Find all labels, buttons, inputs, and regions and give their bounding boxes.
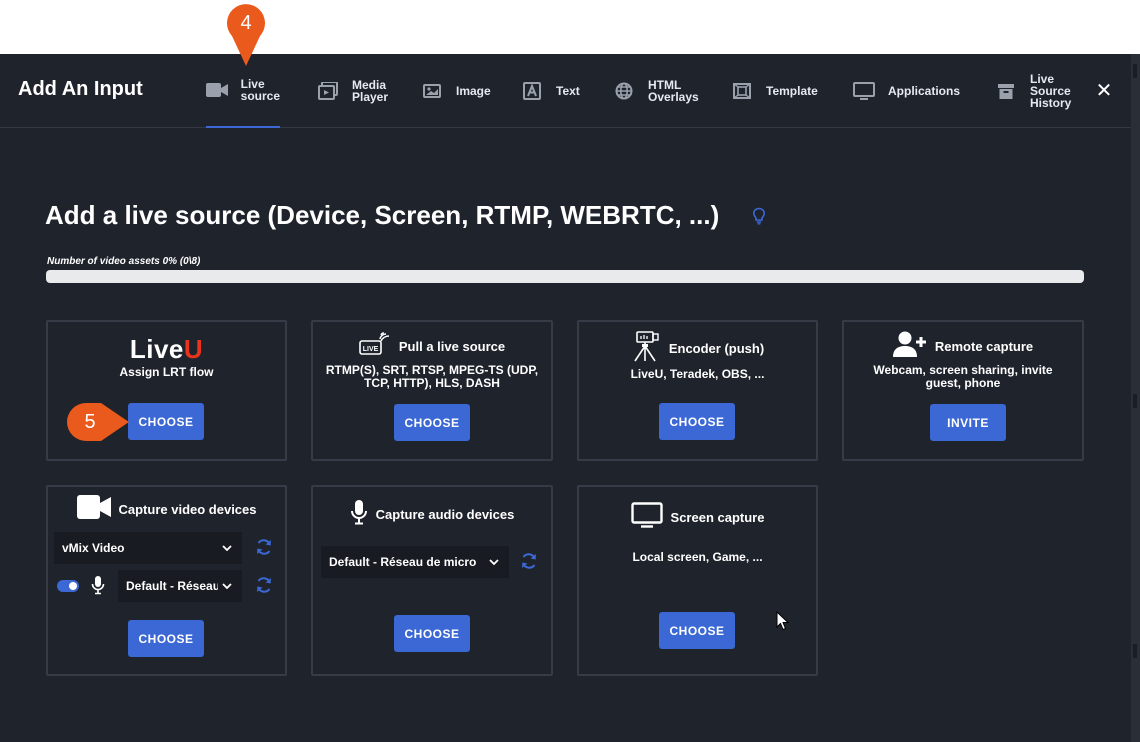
card-capture-video-devices: Capture video devices vMix Video Default… xyxy=(46,485,287,676)
card-header: Encoder (push) xyxy=(579,330,816,367)
annotation-badge-5: 5 xyxy=(67,403,131,446)
progress-label: Number of video assets 0% (0\8) xyxy=(47,256,201,267)
add-input-modal: Add An Input Live source Media Player Im… xyxy=(0,54,1131,742)
chevron-down-icon xyxy=(489,559,501,565)
card-title: Screen capture xyxy=(670,510,765,525)
pull-choose-button[interactable]: CHOOSE xyxy=(394,404,470,441)
monitor-icon xyxy=(852,79,876,103)
card-header: Capture video devices xyxy=(48,494,285,525)
liveu-choose-button[interactable]: CHOOSE xyxy=(128,403,204,440)
globe-icon xyxy=(612,79,636,103)
audio-toggle[interactable] xyxy=(57,580,79,592)
card-remote-capture: Remote capture Webcam, screen sharing, i… xyxy=(842,320,1084,461)
card-title: Capture audio devices xyxy=(375,507,515,522)
card-subtitle: Assign LRT flow xyxy=(119,365,214,379)
modal-title: Add An Input xyxy=(18,78,143,100)
screen-choose-button[interactable]: CHOOSE xyxy=(659,612,735,649)
microphone-icon xyxy=(350,499,368,530)
card-subtitle: Webcam, screen sharing, invite guest, ph… xyxy=(873,363,1053,390)
tab-media-player[interactable]: Media Player xyxy=(316,54,388,128)
audio-device-select[interactable]: Default - Réseau de micro xyxy=(321,546,509,578)
tab-label: HTML Overlays xyxy=(648,78,699,104)
tab-template[interactable]: Template xyxy=(730,54,818,128)
scrollbar-strip xyxy=(1131,54,1140,742)
template-icon xyxy=(730,79,754,103)
archive-icon xyxy=(994,79,1018,103)
tab-image[interactable]: Image xyxy=(420,54,491,128)
annotation-number: 5 xyxy=(84,411,96,433)
card-header: LIVE Pull a live source xyxy=(313,332,551,361)
audio-choose-button[interactable]: CHOOSE xyxy=(394,615,470,652)
select-value: Default - Réseau xyxy=(126,579,218,593)
card-screen-capture: Screen capture Local screen, Game, ... C… xyxy=(577,485,818,676)
video-device-select[interactable]: vMix Video xyxy=(54,532,242,564)
tab-label: Image xyxy=(456,84,491,98)
tab-label: Live Source History xyxy=(1030,72,1072,110)
remote-invite-button[interactable]: INVITE xyxy=(930,404,1006,441)
tab-label: Media Player xyxy=(352,78,389,104)
tab-label: Live source xyxy=(240,77,280,103)
card-subtitle: RTMP(S), SRT, RTSP, MPEG-TS (UDP, TCP, H… xyxy=(325,363,539,390)
scrollbar-tick xyxy=(1133,64,1137,78)
encoder-choose-button[interactable]: CHOOSE xyxy=(659,403,735,440)
audio-device-select[interactable]: Default - Réseau xyxy=(118,570,242,602)
text-icon xyxy=(520,79,544,103)
chevron-down-icon xyxy=(222,545,234,551)
card-pull-live-source: LIVE Pull a live source RTMP(S), SRT, RT… xyxy=(311,320,553,461)
scrollbar-tick xyxy=(1133,394,1137,408)
top-white-band xyxy=(0,0,1140,54)
chevron-down-icon xyxy=(222,583,234,589)
card-capture-audio-devices: Capture audio devices Default - Réseau d… xyxy=(311,485,553,676)
live-stream-icon: LIVE xyxy=(359,332,391,361)
tab-label: Text xyxy=(556,84,580,98)
close-icon[interactable]: ✕ xyxy=(1092,78,1116,102)
card-header: Remote capture xyxy=(844,330,1082,363)
card-title: Capture video devices xyxy=(118,502,257,517)
camera-tripod-icon xyxy=(631,330,661,367)
tab-label: Applications xyxy=(888,84,961,98)
annotation-pin-4: 4 xyxy=(225,2,267,73)
tab-html-overlays[interactable]: HTML Overlays xyxy=(612,54,699,128)
card-title: Remote capture xyxy=(934,339,1034,354)
mouse-cursor-icon xyxy=(776,610,790,636)
tab-live-source-history[interactable]: Live Source History xyxy=(994,54,1071,128)
card-subtitle: LiveU, Teradek, OBS, ... xyxy=(630,367,765,381)
video-camera-icon xyxy=(76,494,111,525)
video-camera-icon xyxy=(206,78,229,102)
add-user-icon xyxy=(892,330,927,363)
annotation-number: 4 xyxy=(240,12,252,34)
card-title: Encoder (push) xyxy=(668,341,765,356)
select-value: vMix Video xyxy=(62,541,125,555)
image-icon xyxy=(420,79,444,103)
refresh-icon[interactable] xyxy=(254,537,274,557)
lightbulb-icon[interactable] xyxy=(752,207,766,230)
modal-header: Add An Input Live source Media Player Im… xyxy=(0,54,1131,128)
video-choose-button[interactable]: CHOOSE xyxy=(128,620,204,657)
media-player-icon xyxy=(316,79,340,103)
card-subtitle: Local screen, Game, ... xyxy=(632,550,763,564)
card-header: Screen capture xyxy=(579,502,816,533)
toggle-knob xyxy=(69,582,77,590)
card-title: Pull a live source xyxy=(398,339,506,354)
page-title: Add a live source (Device, Screen, RTMP,… xyxy=(45,200,720,230)
refresh-icon[interactable] xyxy=(519,551,539,571)
card-header: Capture audio devices xyxy=(313,499,551,530)
card-encoder-push: Encoder (push) LiveU, Teradek, OBS, ... … xyxy=(577,320,818,461)
monitor-icon xyxy=(630,502,663,533)
liveu-logo: LiveU xyxy=(129,334,204,364)
progress-bar xyxy=(46,270,1084,283)
tab-applications[interactable]: Applications xyxy=(852,54,960,128)
select-value: Default - Réseau de micro xyxy=(329,555,477,569)
microphone-icon xyxy=(91,575,105,600)
scrollbar-tick xyxy=(1133,644,1137,658)
svg-text:LIVE: LIVE xyxy=(363,346,379,353)
tab-label: Template xyxy=(766,84,818,98)
refresh-icon[interactable] xyxy=(254,575,274,595)
tab-text[interactable]: Text xyxy=(520,54,580,128)
